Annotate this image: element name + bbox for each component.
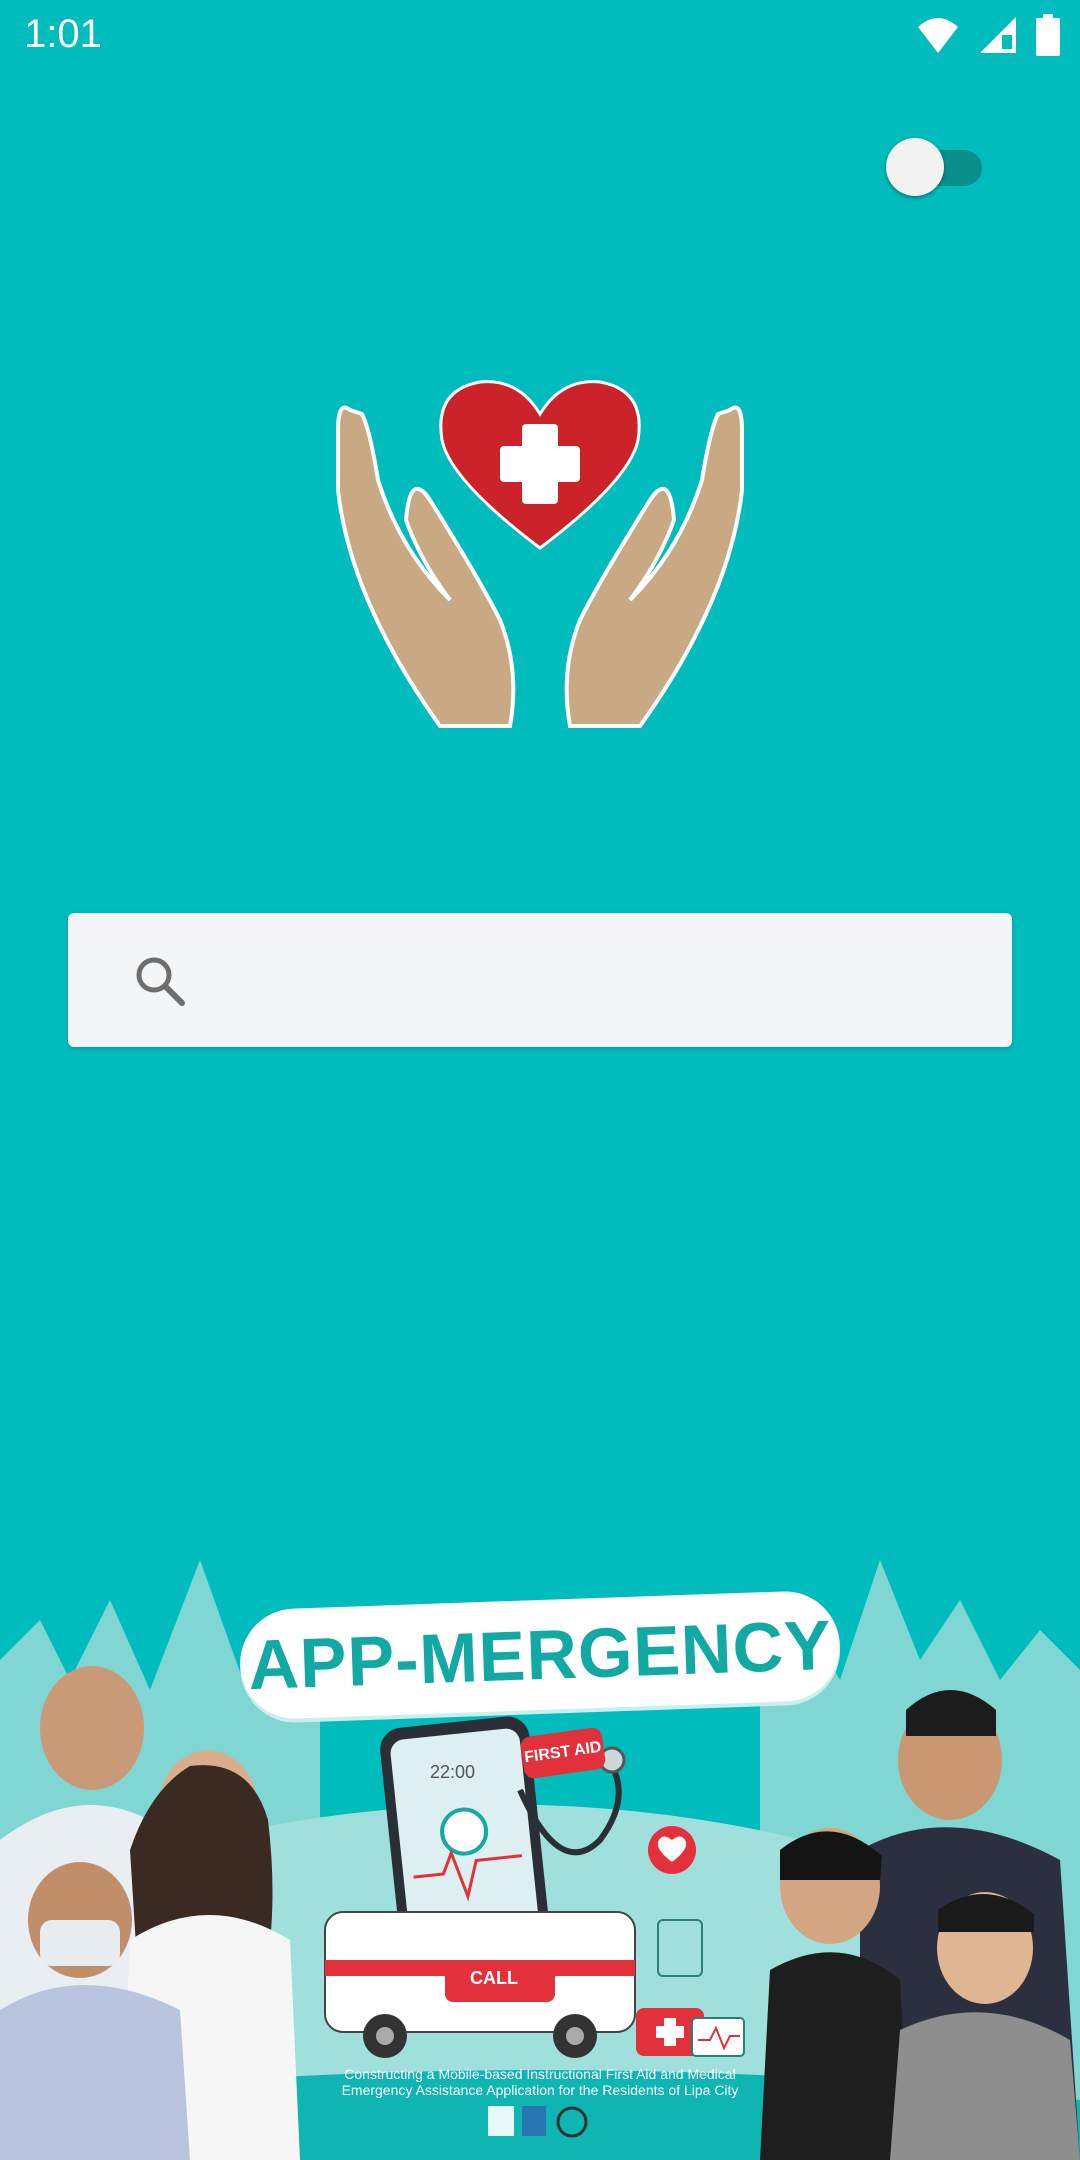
toggle-thumb	[886, 138, 944, 196]
banner-title: APP-MERGENCY	[246, 1605, 834, 1705]
search-input[interactable]	[218, 937, 982, 1025]
phone-time: 22:00	[430, 1762, 476, 1782]
battery-icon	[1036, 14, 1060, 61]
cellular-signal-icon	[978, 15, 1018, 60]
search-bar[interactable]	[68, 913, 1012, 1047]
app-logo-hands-heart-icon	[330, 370, 750, 740]
theme-toggle-switch[interactable]	[886, 138, 982, 196]
call-label: CALL	[470, 1968, 518, 1988]
home-screen: 1:01 APP-MERGENCY FIRST AID 22:00 CALL C…	[0, 0, 1080, 2160]
banner-caption: Constructing a Mobile-based Instructiona…	[341, 2066, 739, 2098]
status-icons	[916, 14, 1060, 61]
wifi-icon	[916, 15, 960, 60]
status-time: 1:01	[24, 12, 102, 56]
banner-title-pill: APP-MERGENCY	[238, 1589, 842, 1721]
app-mergency-banner: APP-MERGENCY FIRST AID 22:00 CALL Constr…	[0, 1540, 1080, 2160]
status-bar: 1:01	[0, 0, 1080, 72]
search-icon[interactable]	[130, 951, 190, 1011]
